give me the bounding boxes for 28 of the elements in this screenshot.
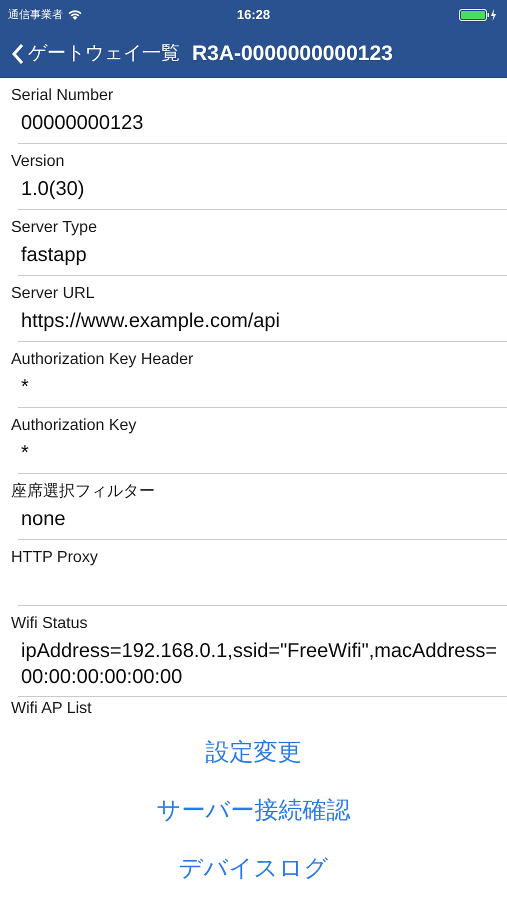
action-button[interactable]: サーバー接続確認 [156, 782, 350, 840]
field-label: Wifi AP List [11, 699, 93, 719]
nav-title: R3A-0000000000123 [192, 41, 393, 68]
field-label: Server URL [11, 284, 96, 304]
back-button[interactable]: ゲートウェイ一覧 [12, 40, 180, 68]
field-label: 座席選択フィルター [11, 482, 156, 502]
field-value: none [21, 507, 66, 532]
field-label: Server Type [11, 218, 98, 238]
action-button[interactable]: デバイスログ [178, 840, 328, 898]
field-value: 1.0(30) [21, 177, 86, 202]
field-value: ipAddress=192.168.0.1,ssid="FreeWifi",macAddress=00:00:00:00:00:00 [21, 639, 498, 690]
chevron-left-icon [12, 43, 24, 65]
wifi-icon [67, 9, 83, 21]
field-label: Version [11, 152, 66, 172]
field-value: * [21, 441, 30, 466]
field-value: * [21, 375, 30, 400]
field-label: Serial Number [11, 86, 114, 106]
field-label: Authorization Key [11, 416, 138, 436]
carrier-label: 通信事業者 [8, 8, 63, 23]
field-label: HTTP Proxy [11, 548, 99, 568]
time-label: 16:28 [236, 6, 270, 24]
field-label: Wifi Status [11, 614, 88, 634]
battery-icon [459, 8, 499, 22]
action-button[interactable]: 設定変更 [206, 724, 302, 782]
field-label: Authorization Key Header [11, 350, 194, 370]
field-value: https://www.example.com/api [21, 309, 281, 334]
field-value: fastapp [21, 243, 88, 268]
field-value: 00000000123 [21, 111, 144, 136]
